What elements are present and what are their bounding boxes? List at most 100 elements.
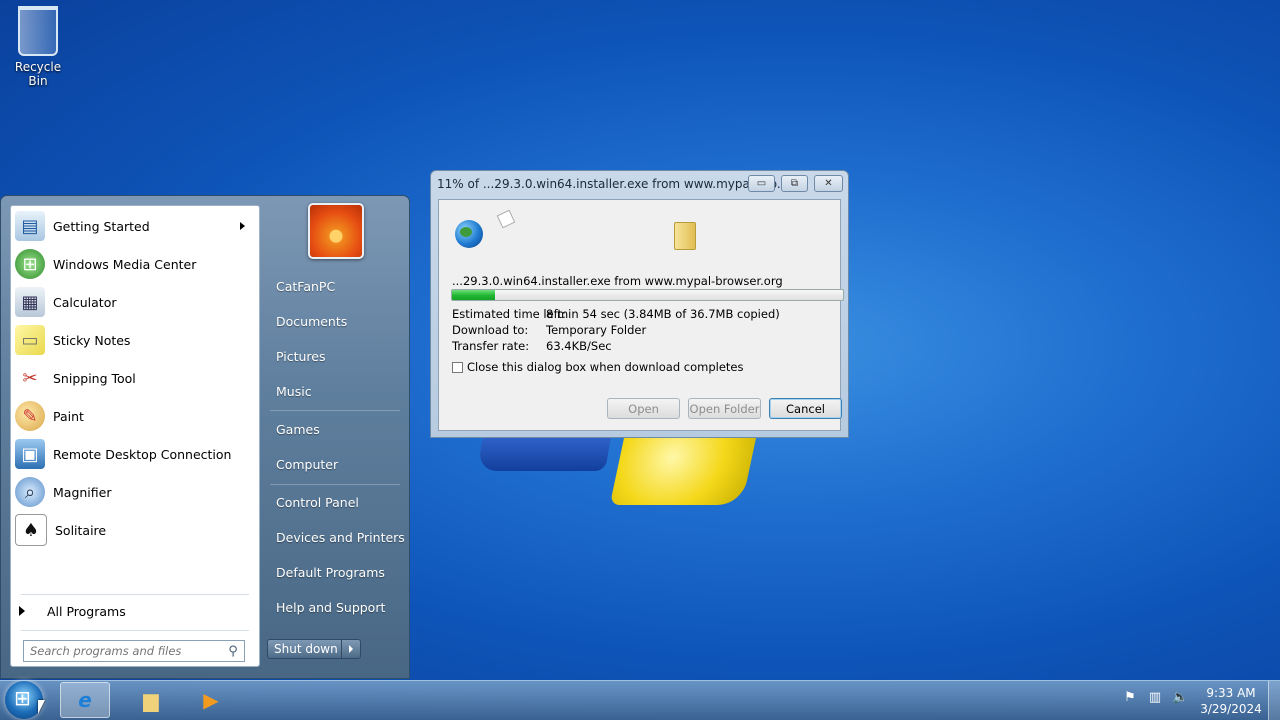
start-right-default-programs[interactable]: Default Programs	[276, 565, 385, 580]
taskbar-file-explorer[interactable]: ▆	[126, 682, 176, 718]
mouse-cursor-icon	[38, 700, 45, 714]
start-right-pictures[interactable]: Pictures	[276, 349, 326, 364]
maximize-button[interactable]: ⧉	[781, 175, 808, 192]
program-getting-started[interactable]: ▤ Getting Started	[13, 208, 257, 244]
volume-muted-icon[interactable]: 🔈	[1172, 690, 1188, 706]
start-search-box[interactable]: ⚲	[23, 640, 245, 662]
dialog-body: ...29.3.0.win64.installer.exe from www.m…	[438, 199, 844, 431]
folder-icon: ▆	[143, 688, 159, 712]
download-progress-bar	[451, 289, 844, 301]
start-right-devices-printers[interactable]: Devices and Printers	[276, 530, 405, 545]
program-label: Magnifier	[53, 484, 112, 500]
recycle-bin-label: Recycle Bin	[14, 60, 62, 88]
detail-value: 8 min 54 sec (3.84MB of 36.7MB copied)	[546, 307, 780, 321]
detail-row: Estimated time left:8 min 54 sec (3.84MB…	[452, 307, 780, 321]
flying-document-icon	[496, 209, 516, 229]
detail-key: Transfer rate:	[452, 339, 530, 353]
action-center-flag-icon[interactable]: ⚑	[1122, 690, 1138, 706]
start-right-control-panel[interactable]: Control Panel	[276, 495, 359, 510]
program-snipping-tool[interactable]: ✂ Snipping Tool	[13, 360, 257, 396]
start-right-help-support[interactable]: Help and Support	[276, 600, 385, 615]
search-input[interactable]	[24, 643, 224, 659]
show-desktop-button[interactable]	[1268, 681, 1280, 720]
program-windows-media-center[interactable]: ⊞ Windows Media Center	[13, 246, 257, 282]
start-right-games[interactable]: Games	[276, 422, 320, 437]
download-file-name: ...29.3.0.win64.installer.exe from www.m…	[452, 274, 783, 288]
taskbar-internet-explorer[interactable]: e	[60, 682, 110, 718]
taskbar-media-player[interactable]: ▶	[186, 682, 236, 718]
all-programs-arrow-icon	[19, 606, 25, 616]
search-icon[interactable]: ⚲	[224, 642, 242, 660]
divider	[21, 594, 249, 595]
globe-icon	[455, 220, 483, 248]
folder-icon	[674, 222, 696, 250]
program-label: Getting Started	[53, 218, 150, 234]
detail-value: Temporary Folder	[546, 323, 647, 337]
program-magnifier[interactable]: ⌕ Magnifier	[13, 474, 257, 510]
windows-logo-blue	[477, 437, 611, 471]
close-button[interactable]: ✕	[814, 175, 843, 192]
start-right-user[interactable]: CatFanPC	[276, 279, 335, 294]
internet-explorer-icon: e	[78, 688, 92, 712]
program-solitaire[interactable]: ♠ Solitaire	[13, 512, 257, 548]
program-label: Sticky Notes	[53, 332, 131, 348]
progress-fill	[452, 290, 495, 300]
restore-icon: ⧉	[790, 178, 799, 189]
close-when-done-checkbox[interactable]: Close this dialog box when download comp…	[452, 360, 743, 374]
detail-value: 63.4KB/Sec	[546, 339, 612, 353]
solitaire-icon: ♠	[15, 514, 47, 546]
start-right-documents[interactable]: Documents	[276, 314, 347, 329]
divider	[270, 410, 400, 411]
all-programs-button[interactable]: All Programs	[19, 599, 249, 623]
detail-key: Download to:	[452, 323, 529, 337]
windows-logo-yellow	[609, 437, 757, 505]
detail-row: Download to: Temporary Folder	[452, 323, 646, 337]
dialog-title: 11% of ...29.3.0.win64.installer.exe fro…	[437, 177, 789, 191]
paint-icon: ✎	[15, 401, 45, 431]
detail-row: Transfer rate: 63.4KB/Sec	[452, 339, 612, 353]
calculator-icon: ▦	[15, 287, 45, 317]
minimize-button[interactable]: ▭	[748, 175, 775, 192]
program-label: Windows Media Center	[53, 256, 197, 272]
minimize-icon: ▭	[756, 178, 767, 189]
magnifier-icon: ⌕	[15, 477, 45, 507]
network-icon[interactable]: ▥	[1147, 690, 1163, 706]
program-paint[interactable]: ✎ Paint	[13, 398, 257, 434]
media-player-icon: ▶	[203, 688, 219, 712]
program-remote-desktop[interactable]: ▣ Remote Desktop Connection	[13, 436, 257, 472]
program-label: Solitaire	[55, 522, 107, 538]
open-folder-button[interactable]: Open Folder	[688, 398, 761, 419]
open-button[interactable]: Open	[607, 398, 680, 419]
remote-desktop-icon: ▣	[15, 439, 45, 469]
checkbox-box[interactable]	[452, 361, 463, 373]
detail-key: Estimated time left:	[452, 307, 566, 321]
getting-started-icon: ▤	[15, 211, 45, 241]
user-picture[interactable]	[308, 203, 364, 259]
cancel-button[interactable]: Cancel	[769, 398, 842, 419]
divider	[270, 484, 400, 485]
recycle-bin-icon	[18, 6, 58, 56]
shutdown-label: Shut down	[274, 642, 338, 656]
divider	[21, 630, 249, 631]
program-sticky-notes[interactable]: ▭ Sticky Notes	[13, 322, 257, 358]
program-label: Snipping Tool	[53, 370, 136, 386]
sticky-notes-icon: ▭	[15, 325, 45, 355]
snipping-tool-icon: ✂	[22, 367, 38, 389]
desktop-icon-recycle-bin[interactable]: Recycle Bin	[6, 6, 70, 88]
program-label: Paint	[53, 408, 84, 424]
taskbar-clock[interactable]: 9:33 AM 3/29/2024	[1196, 685, 1266, 717]
start-right-music[interactable]: Music	[276, 384, 312, 399]
download-dialog: 11% of ...29.3.0.win64.installer.exe fro…	[430, 170, 849, 438]
windows-media-center-icon: ⊞	[15, 249, 45, 279]
shutdown-options-arrow[interactable]	[341, 640, 360, 658]
all-programs-label: All Programs	[47, 603, 126, 619]
chevron-right-icon	[349, 645, 353, 653]
shutdown-button[interactable]: Shut down	[267, 639, 361, 659]
checkbox-label: Close this dialog box when download comp…	[467, 360, 744, 374]
program-label: Remote Desktop Connection	[53, 446, 232, 462]
submenu-arrow-icon	[240, 222, 245, 230]
start-right-computer[interactable]: Computer	[276, 457, 338, 472]
program-calculator[interactable]: ▦ Calculator	[13, 284, 257, 320]
close-icon: ✕	[824, 178, 833, 189]
clock-time: 9:33 AM	[1206, 686, 1256, 700]
